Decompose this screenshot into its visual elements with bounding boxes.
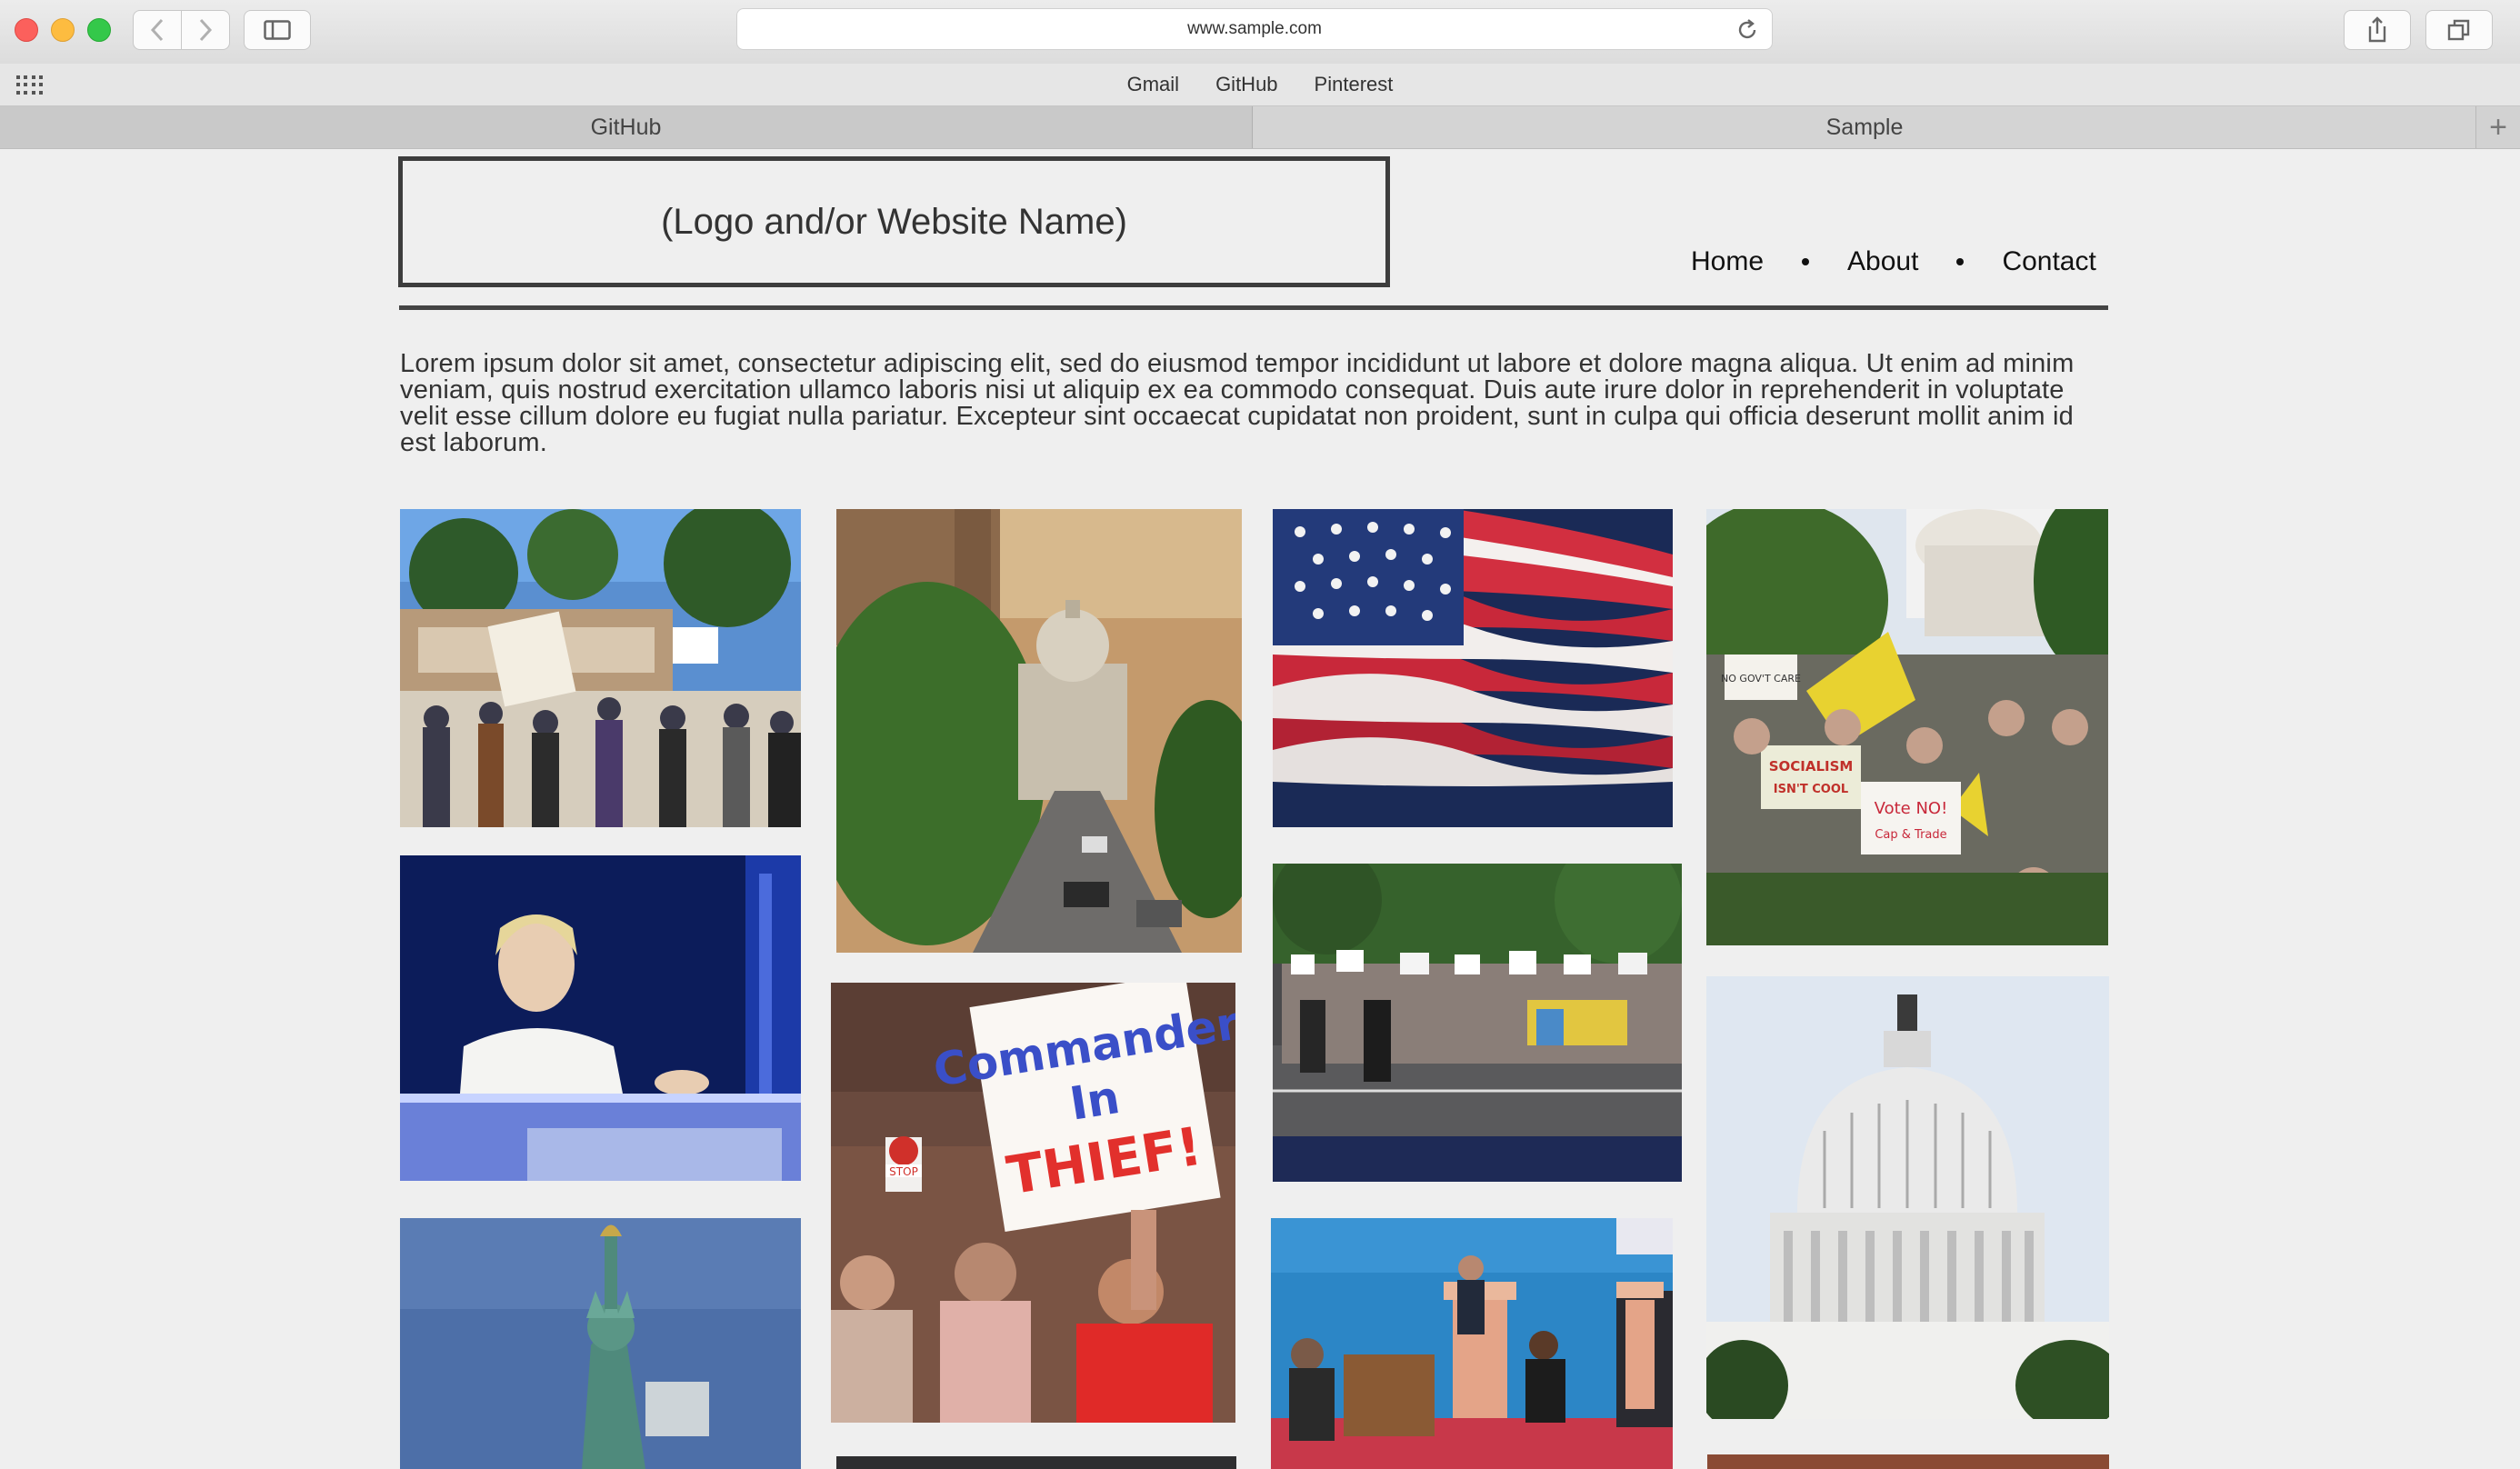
nav-separator — [1956, 258, 1965, 265]
show-tabs-button[interactable] — [2425, 10, 2493, 50]
reload-icon[interactable] — [1735, 18, 1759, 42]
sign-text-in: In — [1066, 1071, 1124, 1131]
window-zoom-button[interactable] — [87, 18, 111, 42]
photo-speaker-podium[interactable] — [400, 855, 801, 1181]
photo-capitol-street[interactable] — [836, 509, 1242, 953]
share-button[interactable] — [2344, 10, 2411, 50]
stop-sign-text: STOP — [889, 1165, 918, 1178]
nav-about[interactable]: About — [1847, 246, 1918, 277]
site-nav: Home About Contact — [1691, 240, 2096, 284]
favorite-github[interactable]: GitHub — [1215, 73, 1277, 96]
photo-debate-stage[interactable] — [1271, 1218, 1673, 1469]
photo-partial-brown[interactable] — [1707, 1454, 2109, 1469]
sign-text-no-gov: NO GOV'T CARE — [1721, 673, 1801, 685]
nav-home[interactable]: Home — [1691, 246, 1764, 277]
intro-paragraph: Lorem ipsum dolor sit amet, consectetur … — [400, 349, 2075, 457]
photo-protest-crowd[interactable] — [400, 509, 801, 827]
favorite-pinterest[interactable]: Pinterest — [1315, 73, 1394, 96]
window-minimize-button[interactable] — [51, 18, 75, 42]
photo-capitol-rally[interactable]: SOCIALISM ISN'T COOL Vote NO! Cap & Trad… — [1706, 509, 2108, 945]
sign-text-socialism: SOCIALISM — [1769, 758, 1854, 774]
photo-statue-of-liberty[interactable] — [400, 1218, 801, 1469]
tab-bar: GitHub Sample + — [0, 106, 2520, 149]
photo-partial-dark[interactable] — [836, 1456, 1236, 1469]
nav-separator — [1802, 258, 1810, 265]
nav-contact[interactable]: Contact — [2002, 246, 2095, 277]
sign-text-isnt-cool: ISN'T COOL — [1774, 783, 1848, 796]
site-logo[interactable]: (Logo and/or Website Name) — [398, 156, 1390, 287]
window-close-button[interactable] — [15, 18, 38, 42]
forward-button[interactable] — [181, 10, 230, 50]
sign-text-cap-trade: Cap & Trade — [1875, 828, 1946, 842]
photo-us-capitol-dome[interactable] — [1706, 976, 2109, 1419]
logo-text: (Logo and/or Website Name) — [661, 201, 1127, 242]
new-tab-button[interactable]: + — [2475, 106, 2520, 148]
tab-sample[interactable]: Sample — [1254, 106, 2475, 148]
chevron-right-icon — [199, 18, 213, 42]
sign-text-vote-no: Vote NO! — [1875, 799, 1948, 818]
back-button[interactable] — [133, 10, 182, 50]
sidebar-toggle-button[interactable] — [244, 10, 311, 50]
photo-commander-in-thief-sign[interactable]: Commander In THIEF! STOP — [831, 983, 1235, 1423]
sidebar-icon — [264, 20, 291, 40]
favorite-gmail[interactable]: Gmail — [1127, 73, 1179, 96]
share-icon — [2368, 16, 2386, 43]
address-bar[interactable]: www.sample.com — [736, 8, 1773, 50]
header-divider — [399, 305, 2108, 310]
url-text: www.sample.com — [1187, 19, 1322, 38]
chevron-left-icon — [150, 18, 164, 42]
tab-github[interactable]: GitHub — [0, 106, 1253, 148]
favorites-bar: Gmail GitHub Pinterest — [0, 64, 2520, 106]
browser-toolbar: www.sample.com — [0, 0, 2520, 65]
photo-american-flag[interactable] — [1273, 509, 1673, 827]
tabs-overview-icon — [2447, 19, 2470, 41]
photo-street-march[interactable] — [1273, 864, 1682, 1182]
